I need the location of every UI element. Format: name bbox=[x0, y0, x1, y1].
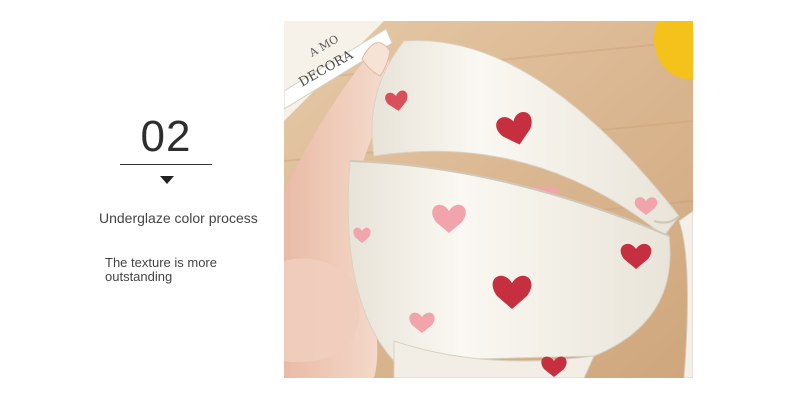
feature-title: Underglaze color process bbox=[99, 210, 258, 226]
number-divider bbox=[120, 164, 212, 165]
feature-description: The texture is more outstanding bbox=[105, 255, 217, 284]
feature-number: 02 bbox=[140, 112, 192, 161]
caret-down-icon bbox=[160, 176, 174, 184]
product-photo: A MO DECORA bbox=[284, 21, 693, 378]
